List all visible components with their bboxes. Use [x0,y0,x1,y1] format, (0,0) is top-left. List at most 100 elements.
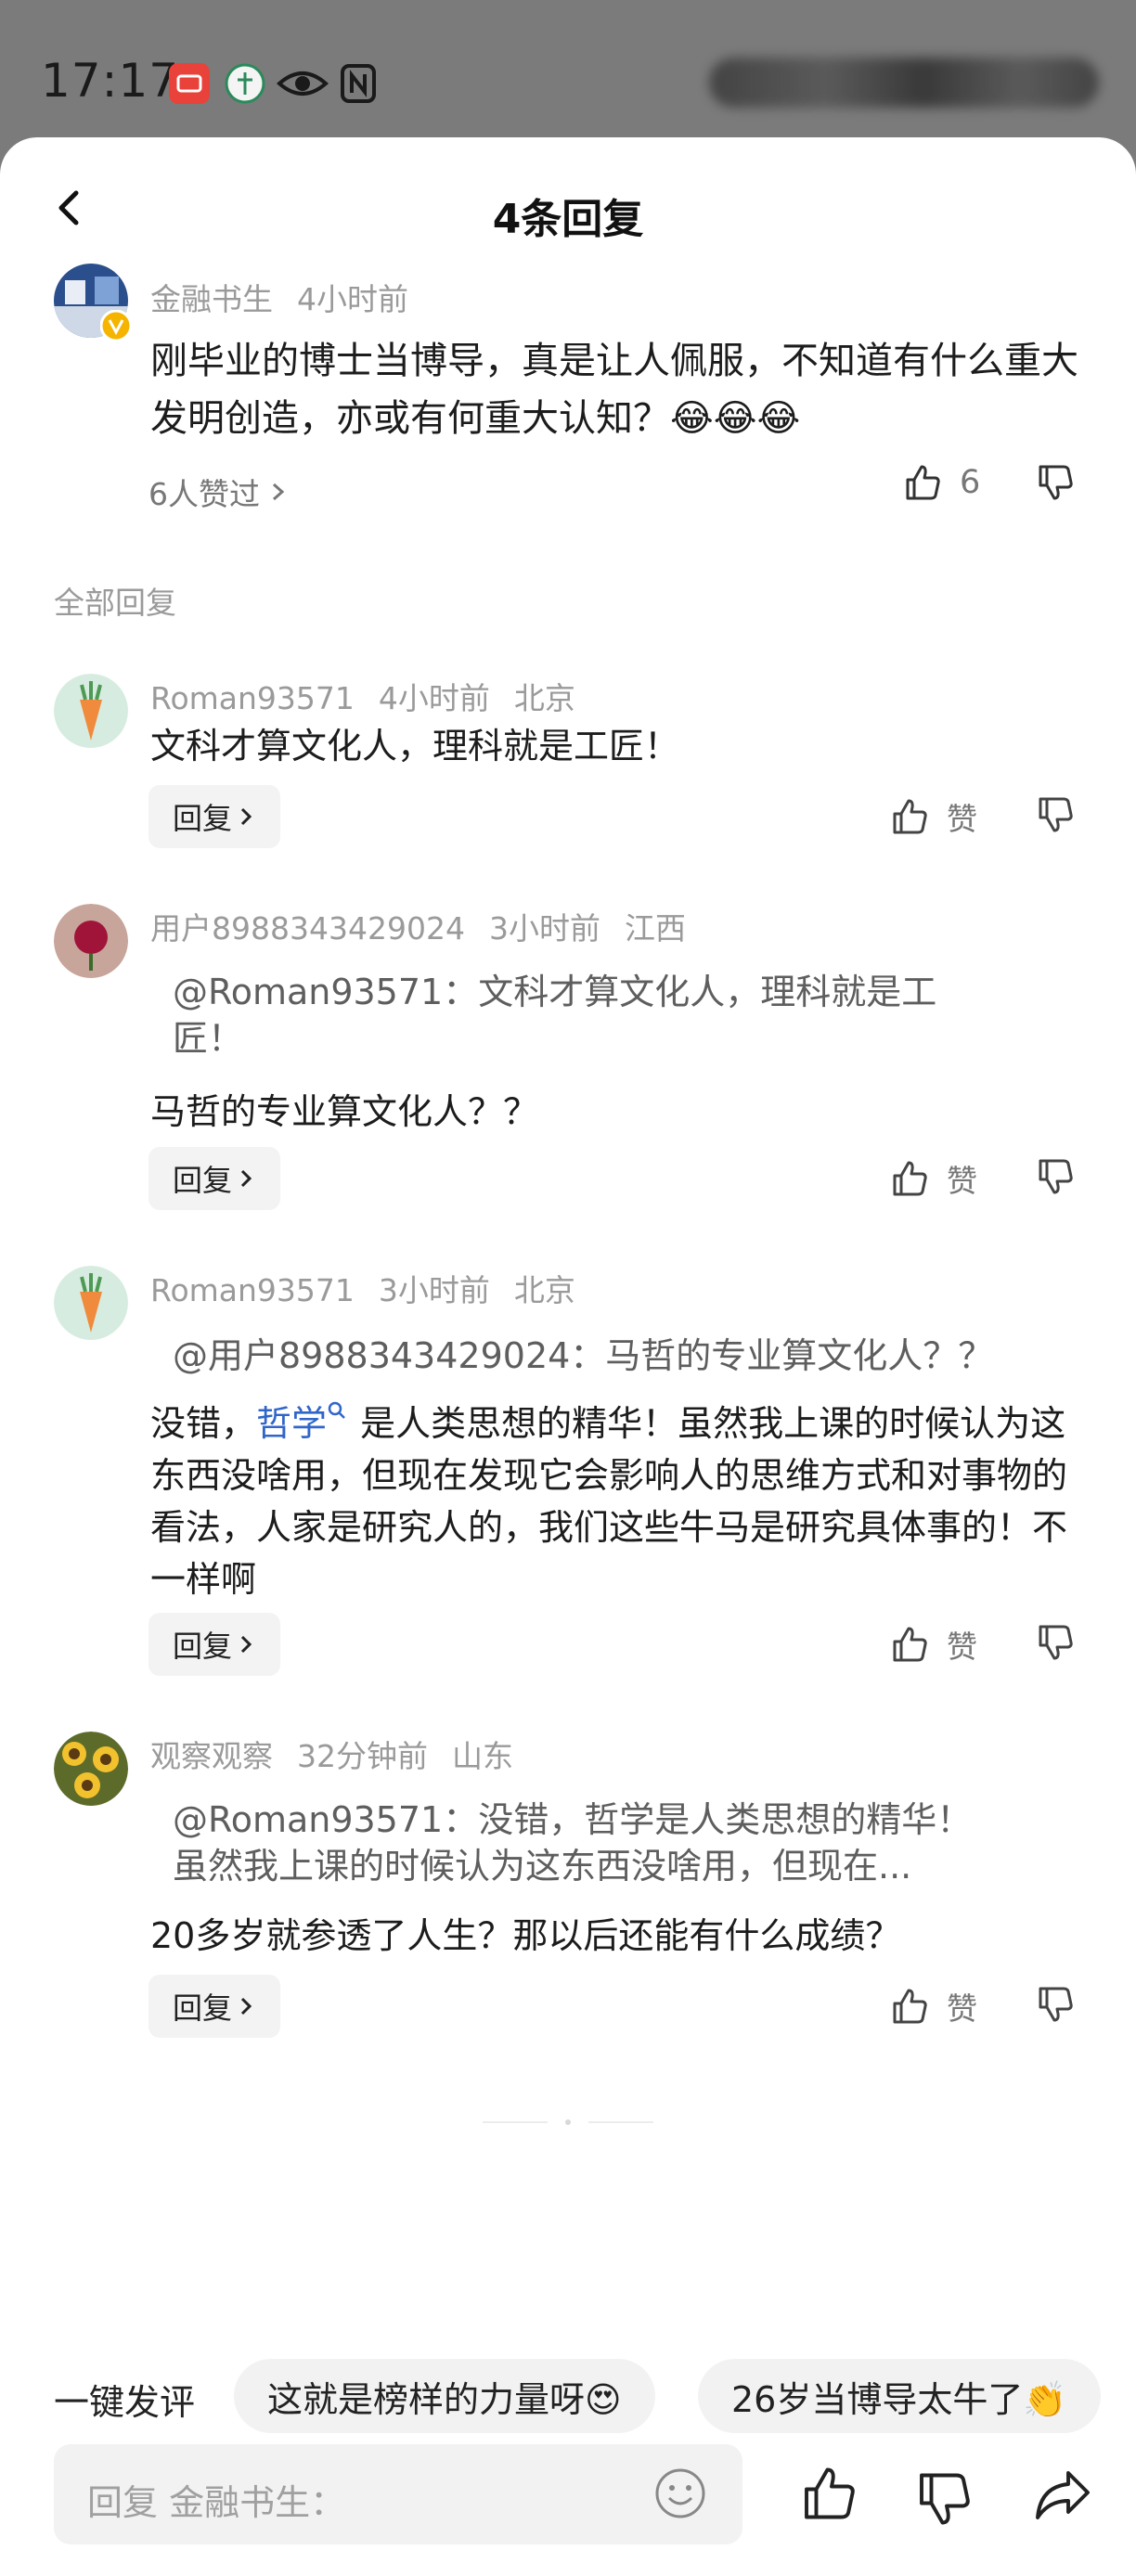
thumbs-down-icon[interactable] [1035,1622,1076,1663]
avatar-reply-3[interactable] [54,1266,128,1340]
author-name[interactable]: 观察观察 [150,1738,273,1774]
root-like-button[interactable]: 6 [902,462,980,503]
topic-link-label: 哲学 [256,1403,328,1444]
reply-4-text: 20多岁就参透了人生？那以后还能有什么成绩？ [150,1915,901,1956]
reply-2-meta: 用户8988343429024 3小时前 江西 [150,904,710,948]
likers-label: 6人赞过 [148,476,260,512]
comment-time: 3小时前 [488,910,600,947]
reply-4-quote: @Roman93571：没错，哲学是人类思想的精华！ 虽然我上课的时候认为这东西… [173,1797,1026,1889]
reply-2-quote: @Roman93571：文科才算文化人，理科就是工 匠！ [173,969,1026,1062]
like-label: 赞 [947,1990,977,2027]
sunflower-avatar-image [54,1732,128,1806]
quick-comment-chip-1[interactable]: 这就是榜样的力量呀😍 [234,2359,655,2433]
comment-location: 江西 [624,910,686,947]
reply-3-text: 没错，哲学 是人类思想的精华！虽然我上课的时候认为这东西没啥用，但现在发现它会影… [150,1397,1088,1605]
reply-4-meta: 观察观察 32分钟前 山东 [150,1732,537,1776]
rose-avatar-image [54,904,128,978]
chevron-right-icon [240,1169,252,1188]
quote-line: @用户8988343429024：马哲的专业算文化人？？ [173,1335,994,1376]
thumbs-up-icon[interactable] [798,2463,859,2524]
reply-2-like-button[interactable]: 赞 [889,1156,977,1201]
reply-3-quote: @用户8988343429024：马哲的专业算文化人？？ [173,1333,1101,1379]
section-all-replies: 全部回复 [54,585,176,621]
topic-link-philosophy[interactable]: 哲学 [256,1402,349,1444]
emoji-icon[interactable] [653,2467,707,2520]
thumbs-up-icon [893,799,927,834]
comment-location: 山东 [452,1738,513,1774]
reply-input[interactable]: 回复 金融书生： [54,2444,742,2544]
quick-comment-label: 一键发评 [54,2382,196,2423]
chevron-right-icon [240,1997,252,2016]
nfc-icon [341,64,376,103]
thumbs-up-icon [906,465,940,500]
huawei-app-icon [169,63,210,104]
author-name[interactable]: Roman93571 [150,680,355,716]
reply-3-reply-button[interactable]: 回复 [148,1613,280,1676]
page-title: 4条回复 [492,196,644,243]
reply-label: 回复 [172,1990,232,2026]
author-name[interactable]: 用户8988343429024 [150,910,465,947]
reply-1-text: 文科才算文化人，理科就是工匠！ [150,726,680,766]
root-meta: 金融书生 4小时前 [150,275,432,319]
reply-2-reply-button[interactable]: 回复 [148,1147,280,1210]
status-right-icons [709,58,1099,108]
quote-line: 匠！ [173,1018,244,1059]
thumbs-down-icon[interactable] [913,2468,975,2530]
reply-input-placeholder: 回复 金融书生： [87,2482,346,2523]
quote-line: @Roman93571：没错，哲学是人类思想的精华！ [173,1799,973,1840]
comment-time: 3小时前 [378,1272,490,1308]
author-name[interactable]: 金融书生 [150,281,273,317]
share-icon[interactable] [1032,2465,1093,2526]
reply-2-text: 马哲的专业算文化人？？ [150,1091,539,1132]
thumbs-down-icon[interactable] [1035,794,1076,835]
comment-time: 4小时前 [378,680,490,716]
reply-1-reply-button[interactable]: 回复 [148,785,280,848]
carrot-avatar-image [54,674,128,748]
reply-4-reply-button[interactable]: 回复 [148,1975,280,2038]
like-label: 赞 [947,1163,977,1199]
likers-link[interactable]: 6人赞过 [148,470,290,514]
avatar-reply-1[interactable] [54,674,128,748]
thumbs-down-icon[interactable] [1035,462,1076,503]
comment-time: 4小时前 [297,281,408,317]
like-label: 赞 [947,801,977,837]
status-time: 17:17 [41,54,180,108]
reply-label: 回复 [172,1163,232,1198]
replies-sheet: 4条回复 金融书生 4小时前 刚毕业的博士当博导，真是让人佩服，不知道有什么重大发… [0,137,1136,2576]
eye-icon [277,71,329,96]
like-count: 6 [960,464,981,501]
reply-4-like-button[interactable]: 赞 [889,1984,977,2029]
like-label: 赞 [947,1629,977,1665]
avatar-root[interactable] [54,264,132,341]
thumbs-up-icon [893,1161,927,1196]
quick-comment-chip-2[interactable]: 26岁当博导太牛了👏 [698,2359,1101,2433]
quote-line: @Roman93571：文科才算文化人，理科就是工 [173,972,937,1012]
avatar-reply-4[interactable] [54,1732,128,1806]
quote-line: 虽然我上课的时候认为这东西没啥用，但现在... [173,1846,912,1887]
search-icon [328,1402,345,1420]
reply-label: 回复 [172,801,232,836]
reply-label: 回复 [172,1629,232,1664]
verified-badge-icon [100,310,132,341]
comment-location: 北京 [513,680,575,716]
chevron-right-icon [240,807,252,826]
carrot-avatar-image [54,1266,128,1340]
chevron-right-icon [273,483,285,501]
status-bar: 17:17 [0,0,1136,139]
app-badge-icon [225,63,265,104]
thumbs-down-icon[interactable] [1035,1156,1076,1197]
avatar-reply-2[interactable] [54,904,128,978]
thumbs-up-icon [893,1989,927,2024]
comment-location: 北京 [513,1272,575,1308]
reply-3-meta: Roman93571 3小时前 北京 [150,1266,600,1310]
comment-time: 32分钟前 [297,1738,428,1774]
author-name[interactable]: Roman93571 [150,1272,355,1308]
reply-1-meta: Roman93571 4小时前 北京 [150,674,600,718]
thumbs-down-icon[interactable] [1035,1984,1076,2025]
reply-3-like-button[interactable]: 赞 [889,1622,977,1667]
text-segment: 没错， [150,1403,257,1444]
chevron-right-icon [240,1635,252,1654]
end-of-list-divider [483,2119,653,2125]
thumbs-up-icon [893,1627,927,1662]
reply-1-like-button[interactable]: 赞 [889,794,977,839]
